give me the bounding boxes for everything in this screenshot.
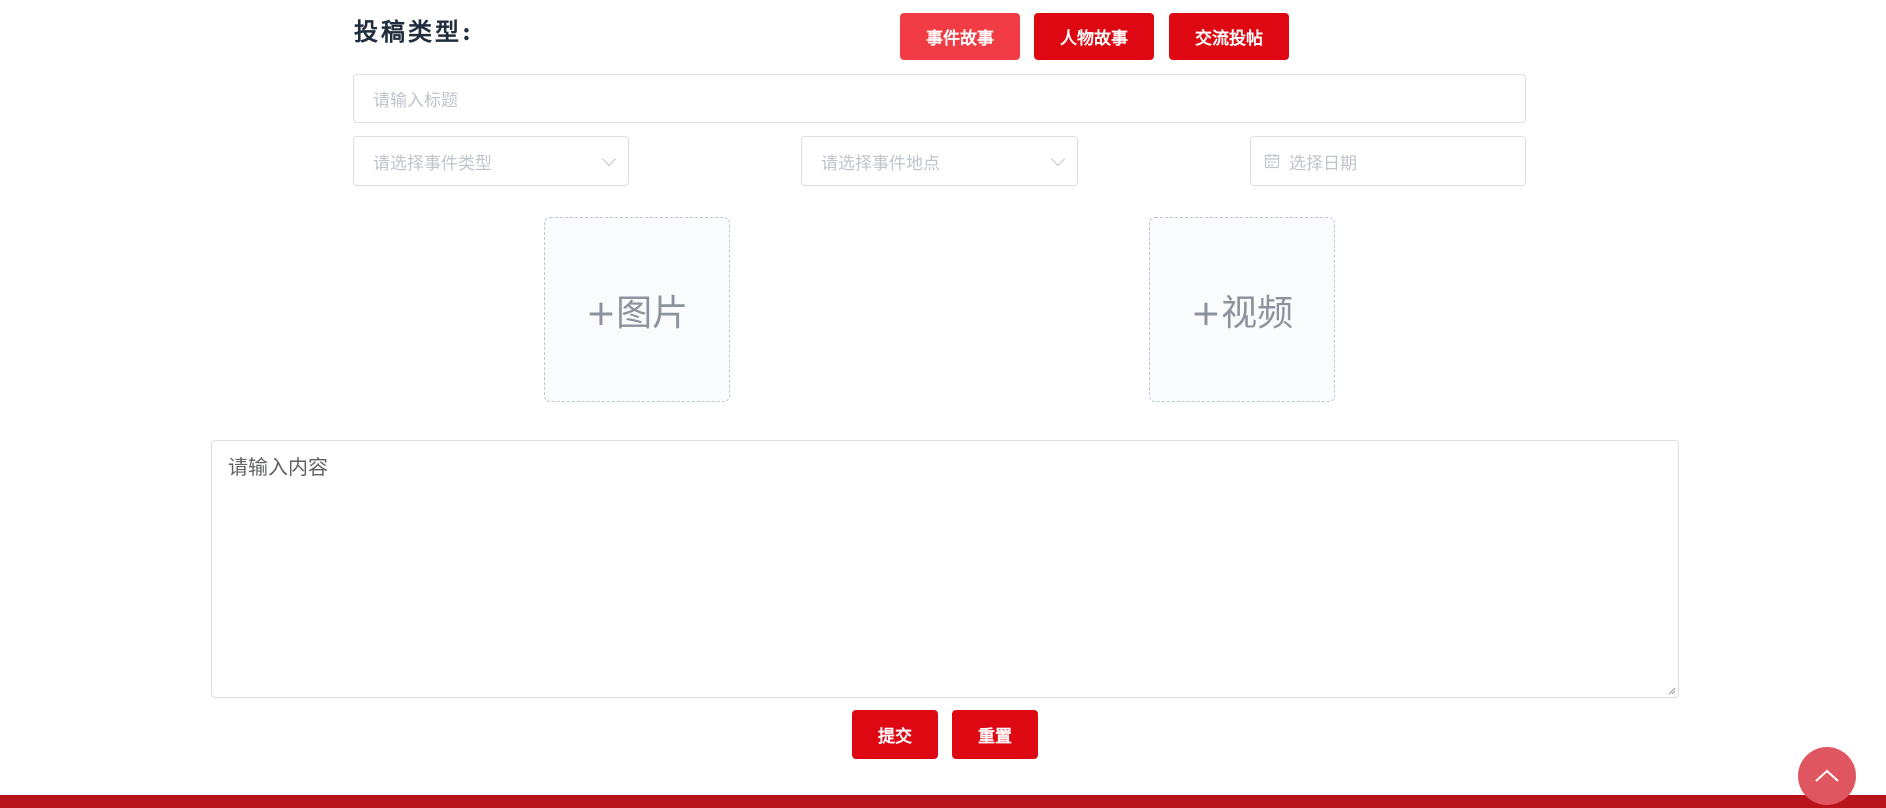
date-placeholder: 选择日期	[1289, 153, 1357, 174]
footer-bar	[0, 795, 1886, 808]
back-to-top-button[interactable]	[1798, 747, 1856, 805]
date-picker[interactable]: 选择日期	[1250, 136, 1526, 186]
chevron-up-icon	[1815, 769, 1839, 782]
image-upload-label: +图片	[585, 292, 689, 334]
submission-type-label: 投稿类型:	[354, 17, 474, 46]
type-event-story-button[interactable]: 事件故事	[900, 13, 1020, 60]
video-upload-label: +视频	[1190, 292, 1294, 334]
image-upload[interactable]: +图片	[544, 217, 730, 402]
reset-button[interactable]: 重置	[952, 710, 1038, 759]
video-upload[interactable]: +视频	[1149, 217, 1335, 402]
chevron-down-icon	[1050, 151, 1066, 167]
event-location-select[interactable]: 请选择事件地点	[801, 136, 1078, 186]
content-textarea[interactable]: 请输入内容	[211, 440, 1679, 698]
event-location-placeholder: 请选择事件地点	[821, 153, 940, 174]
type-exchange-post-button[interactable]: 交流投帖	[1169, 13, 1289, 60]
type-person-story-button[interactable]: 人物故事	[1034, 13, 1154, 60]
resize-handle-icon[interactable]	[1668, 687, 1676, 695]
title-placeholder: 请输入标题	[373, 91, 458, 111]
event-type-select[interactable]: 请选择事件类型	[353, 136, 629, 186]
submit-button[interactable]: 提交	[852, 710, 938, 759]
chevron-down-icon	[601, 151, 617, 167]
content-placeholder: 请输入内容	[228, 455, 328, 479]
title-input[interactable]: 请输入标题	[353, 74, 1526, 123]
calendar-icon	[1264, 154, 1280, 169]
event-type-placeholder: 请选择事件类型	[373, 153, 492, 174]
